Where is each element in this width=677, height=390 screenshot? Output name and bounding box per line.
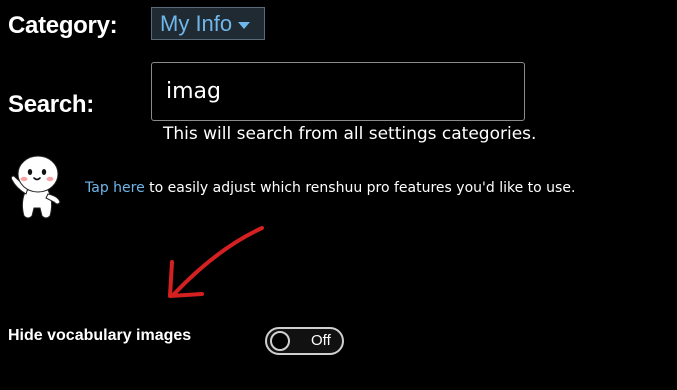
search-hint: This will search from all settings categ… [163, 124, 537, 144]
hide-vocabulary-images-toggle[interactable]: Off [265, 327, 344, 355]
tap-here-link[interactable]: Tap here [85, 180, 145, 196]
pro-features-prompt: Tap here to easily adjust which renshuu … [85, 180, 575, 196]
search-input[interactable] [151, 62, 525, 121]
category-label: Category: [8, 12, 118, 39]
search-label: Search: [8, 91, 94, 118]
category-dropdown[interactable]: My Info [151, 7, 265, 40]
category-dropdown-value: My Info [160, 10, 233, 36]
annotation-arrow-icon [168, 226, 264, 298]
toggle-state-text: Off [311, 332, 331, 349]
hide-vocabulary-images-label: Hide vocabulary images [8, 327, 192, 344]
caret-down-icon [238, 21, 251, 29]
pro-features-text: to easily adjust which renshuu pro featu… [144, 180, 576, 196]
toggle-knob [270, 331, 290, 351]
mascot-icon [10, 155, 61, 219]
